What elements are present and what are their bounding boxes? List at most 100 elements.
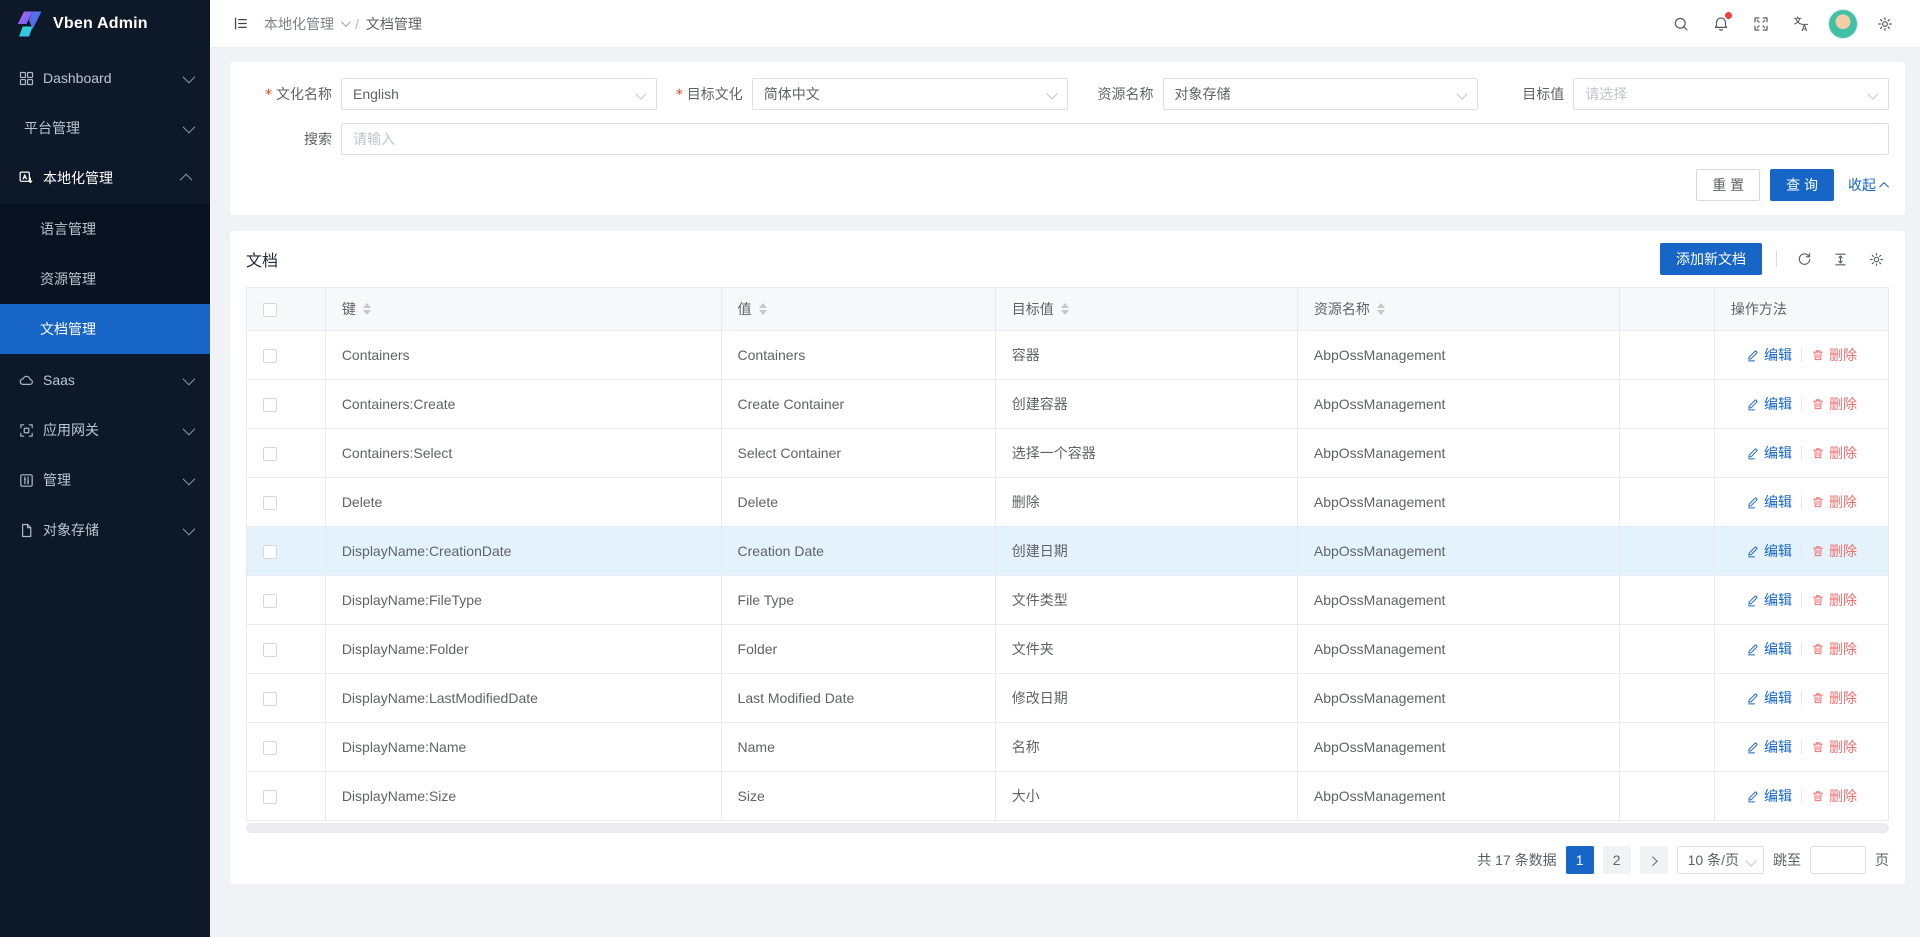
sidebar-subitem-文档管理[interactable]: 文档管理 <box>0 304 210 354</box>
page-button-2[interactable]: 2 <box>1603 846 1631 874</box>
row-checkbox[interactable] <box>263 349 277 363</box>
target-value-select[interactable]: 请选择 <box>1573 78 1889 110</box>
cell-checkbox <box>247 625 326 674</box>
cell-blank <box>1619 331 1714 380</box>
user-avatar[interactable] <box>1828 9 1858 39</box>
table-row: Containers:SelectSelect Container选择一个容器A… <box>247 429 1889 478</box>
pagination-total: 共 17 条数据 <box>1477 850 1556 870</box>
edit-icon <box>1746 544 1760 558</box>
page-size-select[interactable]: 10 条/页 <box>1677 846 1764 874</box>
sidebar-item-应用网关[interactable]: 应用网关 <box>0 406 210 454</box>
page-size-value: 10 条/页 <box>1688 850 1739 870</box>
sidebar-item-平台管理[interactable]: 平台管理 <box>0 104 210 152</box>
fullscreen-icon[interactable] <box>1744 7 1778 41</box>
breadcrumb-item-parent[interactable]: 本地化管理 <box>264 14 334 34</box>
localization-icon <box>18 170 35 187</box>
column-header-value[interactable]: 值 <box>721 288 995 331</box>
add-document-button[interactable]: 添加新文档 <box>1660 243 1762 275</box>
row-checkbox[interactable] <box>263 496 277 510</box>
sidebar-subitem-资源管理[interactable]: 资源管理 <box>0 254 210 304</box>
delete-button[interactable]: 删除 <box>1811 345 1857 365</box>
jump-page-input[interactable] <box>1810 846 1866 874</box>
target-culture-select[interactable]: 简体中文 <box>752 78 1068 110</box>
edit-button[interactable]: 编辑 <box>1746 541 1792 561</box>
sidebar-item-label: 应用网关 <box>43 420 183 440</box>
select-all-checkbox[interactable] <box>263 303 277 317</box>
cell-value: Name <box>721 723 995 772</box>
documents-panel: 文档 添加新文档 <box>230 231 1905 884</box>
refresh-icon[interactable] <box>1791 246 1817 272</box>
delete-icon <box>1811 446 1825 460</box>
delete-button[interactable]: 删除 <box>1811 737 1857 757</box>
delete-button[interactable]: 删除 <box>1811 786 1857 806</box>
horizontal-scrollbar[interactable] <box>246 823 1889 833</box>
sidebar-item-dashboard[interactable]: Dashboard <box>0 54 210 102</box>
delete-button[interactable]: 删除 <box>1811 541 1857 561</box>
edit-button[interactable]: 编辑 <box>1746 443 1792 463</box>
collapse-toggle[interactable]: 收起 <box>1848 175 1889 195</box>
notification-bell-icon[interactable] <box>1704 7 1738 41</box>
sidebar-item-本地化管理[interactable]: 本地化管理 <box>0 154 210 202</box>
chevron-down-icon <box>635 88 646 99</box>
sidebar-item-管理[interactable]: 管理 <box>0 456 210 504</box>
sidebar-fold-icon[interactable] <box>226 10 254 38</box>
edit-button[interactable]: 编辑 <box>1746 688 1792 708</box>
sidebar-item-saas[interactable]: Saas <box>0 356 210 404</box>
row-checkbox[interactable] <box>263 594 277 608</box>
edit-button[interactable]: 编辑 <box>1746 639 1792 659</box>
search-icon[interactable] <box>1664 7 1698 41</box>
chevron-down-icon <box>183 372 196 385</box>
delete-button[interactable]: 删除 <box>1811 443 1857 463</box>
edit-button[interactable]: 编辑 <box>1746 590 1792 610</box>
delete-button[interactable]: 删除 <box>1811 688 1857 708</box>
row-checkbox[interactable] <box>263 790 277 804</box>
row-checkbox[interactable] <box>263 643 277 657</box>
edit-button-label: 编辑 <box>1764 639 1792 659</box>
page-button-1[interactable]: 1 <box>1566 846 1594 874</box>
translate-icon[interactable]: 文A <box>1784 7 1818 41</box>
edit-button[interactable]: 编辑 <box>1746 492 1792 512</box>
field-target-culture: 目标文化 简体中文 <box>657 78 1068 110</box>
collapse-label: 收起 <box>1848 175 1876 195</box>
row-actions: 编辑删除 <box>1731 786 1872 806</box>
edit-button[interactable]: 编辑 <box>1746 737 1792 757</box>
row-checkbox[interactable] <box>263 545 277 559</box>
delete-button[interactable]: 删除 <box>1811 394 1857 414</box>
column-header-actions: 操作方法 <box>1714 288 1888 331</box>
row-checkbox[interactable] <box>263 398 277 412</box>
query-button[interactable]: 查 询 <box>1770 169 1834 201</box>
sidebar-item-对象存储[interactable]: 对象存储 <box>0 506 210 554</box>
table-settings-icon[interactable] <box>1863 246 1889 272</box>
search-input[interactable] <box>341 123 1889 155</box>
cell-value: Folder <box>721 625 995 674</box>
row-checkbox[interactable] <box>263 447 277 461</box>
chevron-down-icon <box>183 70 196 83</box>
cell-value: Containers <box>721 331 995 380</box>
reset-button[interactable]: 重 置 <box>1696 169 1760 201</box>
delete-button[interactable]: 删除 <box>1811 590 1857 610</box>
sidebar-subitem-语言管理[interactable]: 语言管理 <box>0 204 210 254</box>
edit-button[interactable]: 编辑 <box>1746 786 1792 806</box>
delete-button[interactable]: 删除 <box>1811 639 1857 659</box>
column-header-resource-name[interactable]: 资源名称 <box>1297 288 1619 331</box>
culture-name-select[interactable]: English <box>341 78 657 110</box>
settings-gear-icon[interactable] <box>1868 7 1902 41</box>
delete-button-label: 删除 <box>1829 590 1857 610</box>
cell-key: DisplayName:CreationDate <box>325 527 721 576</box>
edit-button[interactable]: 编辑 <box>1746 394 1792 414</box>
breadcrumb-item-current[interactable]: 文档管理 <box>366 14 422 34</box>
column-header-target-value[interactable]: 目标值 <box>995 288 1297 331</box>
row-height-icon[interactable] <box>1827 246 1853 272</box>
delete-icon <box>1811 348 1825 362</box>
table-header-row: 键 值 目标值 资源名 <box>247 288 1889 331</box>
next-page-button[interactable] <box>1640 846 1668 874</box>
row-checkbox[interactable] <box>263 741 277 755</box>
delete-button[interactable]: 删除 <box>1811 492 1857 512</box>
cell-checkbox <box>247 478 326 527</box>
cell-checkbox <box>247 527 326 576</box>
row-checkbox[interactable] <box>263 692 277 706</box>
column-header-key[interactable]: 键 <box>325 288 721 331</box>
edit-button[interactable]: 编辑 <box>1746 345 1792 365</box>
chevron-down-icon <box>341 17 351 27</box>
resource-name-select[interactable]: 对象存储 <box>1163 78 1479 110</box>
